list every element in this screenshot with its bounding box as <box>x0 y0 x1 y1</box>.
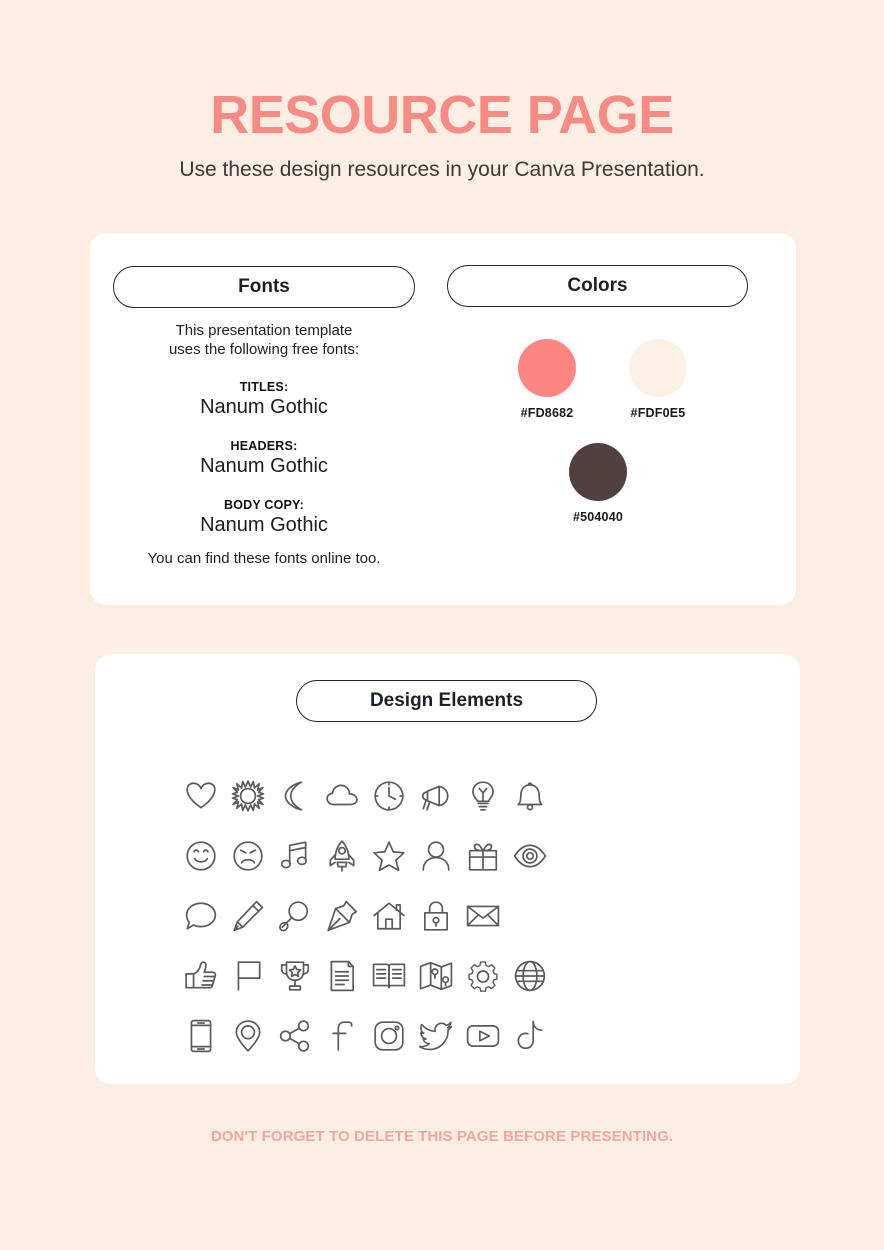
document-icon[interactable] <box>319 953 365 999</box>
location-pin-icon[interactable] <box>225 1013 271 1059</box>
globe-icon[interactable] <box>507 953 553 999</box>
share-icon[interactable] <box>272 1013 318 1059</box>
music-note-icon[interactable] <box>272 833 318 879</box>
heart-icon[interactable] <box>178 773 224 819</box>
fonts-intro-line-1: This presentation template <box>175 322 353 339</box>
design-elements-pill: Design Elements <box>296 680 597 722</box>
color-swatch-circle <box>518 339 576 397</box>
fonts-footnote: You can find these fonts online too. <box>147 550 381 567</box>
icon-row <box>178 766 560 826</box>
smartphone-icon[interactable] <box>178 1013 224 1059</box>
font-entry-label: HEADERS: <box>230 438 298 453</box>
instagram-icon[interactable] <box>366 1013 412 1059</box>
cloud-icon[interactable] <box>319 773 365 819</box>
design-elements-icon-grid <box>178 766 560 1066</box>
rocket-icon[interactable] <box>319 833 365 879</box>
gear-icon[interactable] <box>460 953 506 999</box>
color-swatch-hex-label: #504040 <box>572 510 624 524</box>
color-swatch-circle <box>569 443 627 501</box>
flag-icon[interactable] <box>225 953 271 999</box>
icon-row <box>178 886 560 946</box>
icon-row <box>178 946 560 1006</box>
gift-icon[interactable] <box>460 833 506 879</box>
speech-bubble-icon[interactable] <box>178 893 224 939</box>
font-entry-name: Nanum Gothic <box>200 395 328 418</box>
sun-icon[interactable] <box>225 773 271 819</box>
thumbs-up-icon[interactable] <box>178 953 224 999</box>
icon-row <box>178 1006 560 1066</box>
font-entry-body-copy: BODY COPY: Nanum Gothic <box>113 498 415 537</box>
delete-page-reminder: DON'T FORGET TO DELETE THIS PAGE BEFORE … <box>210 1128 674 1145</box>
book-icon[interactable] <box>366 953 412 999</box>
person-icon[interactable] <box>413 833 459 879</box>
page-title: RESOURCE PAGE <box>210 85 674 145</box>
fonts-intro: This presentation template uses the foll… <box>113 322 415 360</box>
color-swatch: #504040 <box>538 443 658 524</box>
star-icon[interactable] <box>366 833 412 879</box>
font-entry-label: BODY COPY: <box>223 497 305 512</box>
resource-page: RESOURCE PAGE Use these design resources… <box>0 0 884 1250</box>
youtube-icon[interactable] <box>460 1013 506 1059</box>
font-entry-name: Nanum Gothic <box>200 513 328 536</box>
colors-section-pill: Colors <box>447 265 748 307</box>
magnifier-icon[interactable] <box>272 893 318 939</box>
fonts-section-pill: Fonts <box>113 266 415 308</box>
bell-icon[interactable] <box>507 773 553 819</box>
moon-icon[interactable] <box>272 773 318 819</box>
envelope-icon[interactable] <box>460 893 506 939</box>
eye-icon[interactable] <box>507 833 553 879</box>
facebook-icon[interactable] <box>319 1013 365 1059</box>
pencil-icon[interactable] <box>225 893 271 939</box>
color-swatch: #FDF0E5 <box>598 339 718 420</box>
font-entry-titles: TITLES: Nanum Gothic <box>113 380 415 419</box>
font-entry-headers: HEADERS: Nanum Gothic <box>113 439 415 478</box>
lightbulb-icon[interactable] <box>460 773 506 819</box>
fonts-details: This presentation template uses the foll… <box>113 322 415 537</box>
font-entry-label: TITLES: <box>239 379 289 394</box>
megaphone-icon[interactable] <box>413 773 459 819</box>
font-entry-name: Nanum Gothic <box>200 454 328 477</box>
tiktok-icon[interactable] <box>507 1013 553 1059</box>
page-subtitle: Use these design resources in your Canva… <box>179 158 705 181</box>
color-swatch: #FD8682 <box>487 339 607 420</box>
color-swatch-circle <box>629 339 687 397</box>
sad-face-icon[interactable] <box>225 833 271 879</box>
color-swatch-hex-label: #FDF0E5 <box>630 406 686 420</box>
fonts-intro-line-2: uses the following free fonts: <box>168 340 360 358</box>
icon-row <box>178 826 560 886</box>
smiley-face-icon[interactable] <box>178 833 224 879</box>
lock-icon[interactable] <box>413 893 459 939</box>
twitter-icon[interactable] <box>413 1013 459 1059</box>
clock-icon[interactable] <box>366 773 412 819</box>
house-icon[interactable] <box>366 893 412 939</box>
color-swatch-hex-label: #FD8682 <box>520 406 574 420</box>
map-icon[interactable] <box>413 953 459 999</box>
trophy-icon[interactable] <box>272 953 318 999</box>
pushpin-icon[interactable] <box>319 893 365 939</box>
